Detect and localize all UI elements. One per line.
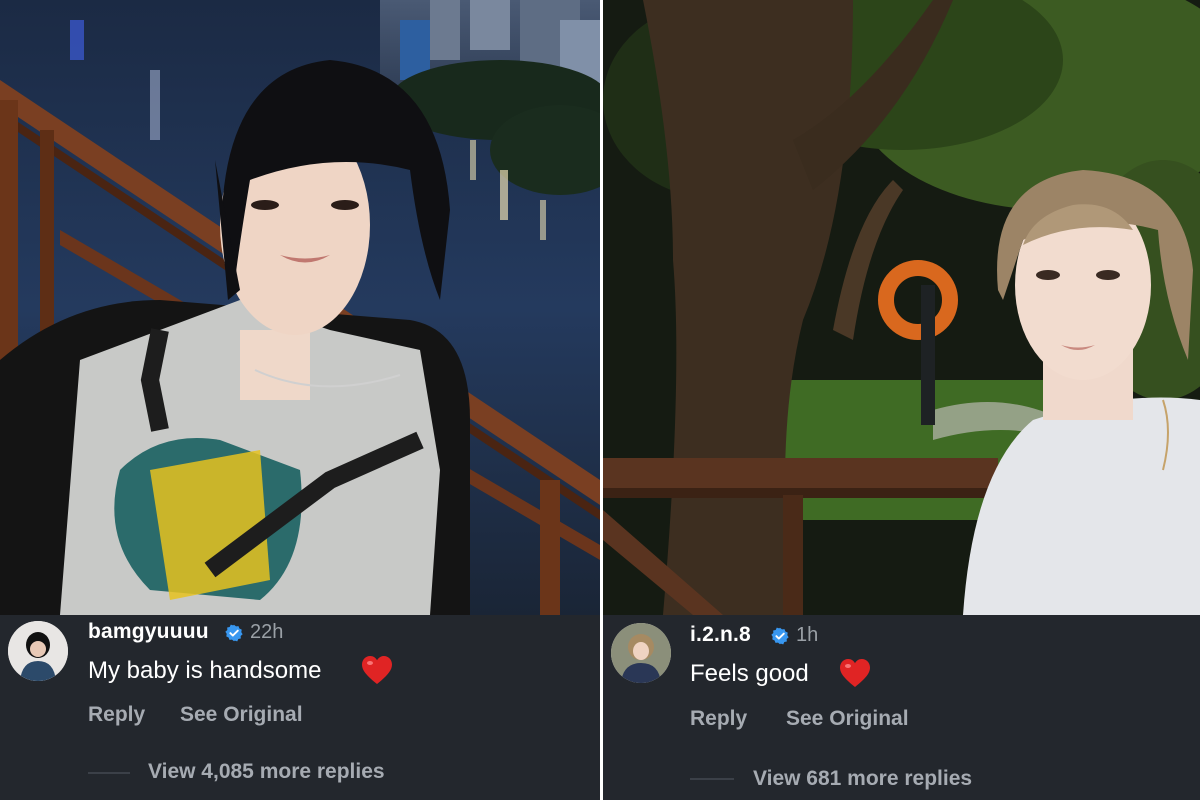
right-post-panel: i.2.n.8 1h Feels good Reply See Original… (603, 0, 1200, 800)
reply-button[interactable]: Reply (690, 707, 747, 731)
screenshot-collage: bamgyuuuu 22h My baby is handsome Reply … (0, 0, 1200, 800)
view-more-replies-button[interactable]: View 681 more replies (753, 767, 972, 791)
comment-username[interactable]: i.2.n.8 (690, 623, 751, 647)
verified-badge-icon (771, 627, 789, 645)
view-more-replies-button[interactable]: View 4,085 more replies (148, 760, 385, 784)
heart-emoji-icon (362, 656, 392, 684)
see-original-button[interactable]: See Original (180, 703, 303, 727)
replies-divider (690, 778, 734, 780)
avatar[interactable] (8, 621, 68, 681)
comment-timestamp: 22h (250, 621, 284, 643)
see-original-button[interactable]: See Original (786, 707, 909, 731)
comment-text: Feels good (690, 660, 809, 687)
heart-emoji-icon (840, 659, 870, 687)
verified-badge-icon (225, 624, 243, 642)
left-post-photo (0, 0, 600, 615)
left-comment-card: bamgyuuuu 22h My baby is handsome Reply … (0, 615, 600, 800)
comment-text: My baby is handsome (88, 657, 322, 684)
reply-button[interactable]: Reply (88, 703, 145, 727)
comment-timestamp: 1h (796, 624, 819, 646)
right-comment-card: i.2.n.8 1h Feels good Reply See Original… (603, 615, 1200, 800)
replies-divider (88, 772, 130, 774)
comment-username[interactable]: bamgyuuuu (88, 620, 209, 644)
right-post-photo (603, 0, 1200, 615)
left-post-panel: bamgyuuuu 22h My baby is handsome Reply … (0, 0, 600, 800)
avatar[interactable] (611, 623, 671, 683)
